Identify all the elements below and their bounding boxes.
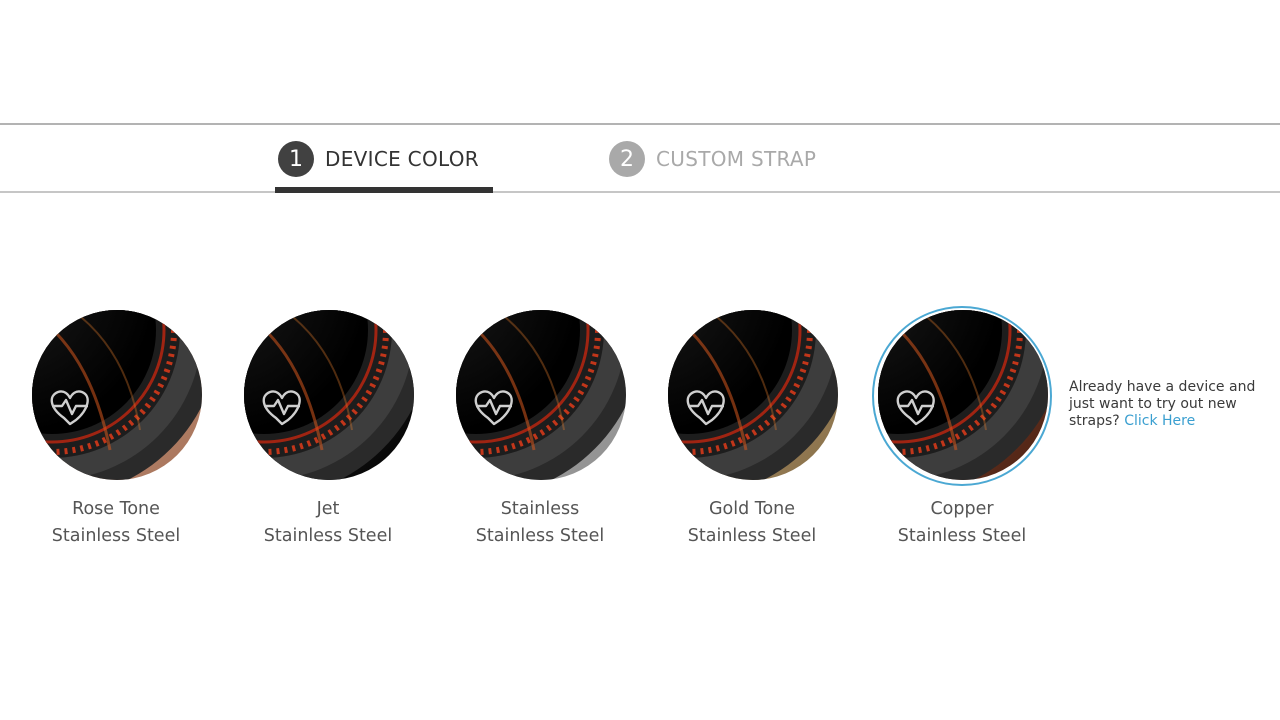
tab-label: DEVICE COLOR <box>325 147 479 171</box>
device-color-image <box>878 310 1048 480</box>
step-tabs: 1 DEVICE COLOR 2 CUSTOM STRAP <box>0 123 1280 193</box>
click-here-link[interactable]: Click Here <box>1124 413 1195 429</box>
color-option-label: Copper Stainless Steel <box>897 499 1027 546</box>
color-option-label: Gold Tone Stainless Steel <box>687 499 817 546</box>
device-color-image <box>244 310 414 480</box>
active-tab-indicator <box>275 187 493 193</box>
color-option-label: Stainless Stainless Steel <box>475 499 605 546</box>
step-number-badge: 1 <box>278 141 314 177</box>
tab-label: CUSTOM STRAP <box>656 147 817 171</box>
device-color-image <box>668 310 838 480</box>
tab-device-color[interactable]: 1 DEVICE COLOR <box>275 125 493 193</box>
tab-custom-strap[interactable]: 2 CUSTOM STRAP <box>606 125 836 193</box>
existing-device-note: Already have a device and just want to t… <box>1069 379 1274 430</box>
device-color-image <box>32 310 202 480</box>
device-customizer-page: 1 DEVICE COLOR 2 CUSTOM STRAP Rose Tone … <box>0 0 1280 720</box>
color-option-label: Jet Stainless Steel <box>263 499 393 546</box>
color-option-label: Rose Tone Stainless Steel <box>51 499 181 546</box>
step-number-badge: 2 <box>609 141 645 177</box>
device-color-image <box>456 310 626 480</box>
